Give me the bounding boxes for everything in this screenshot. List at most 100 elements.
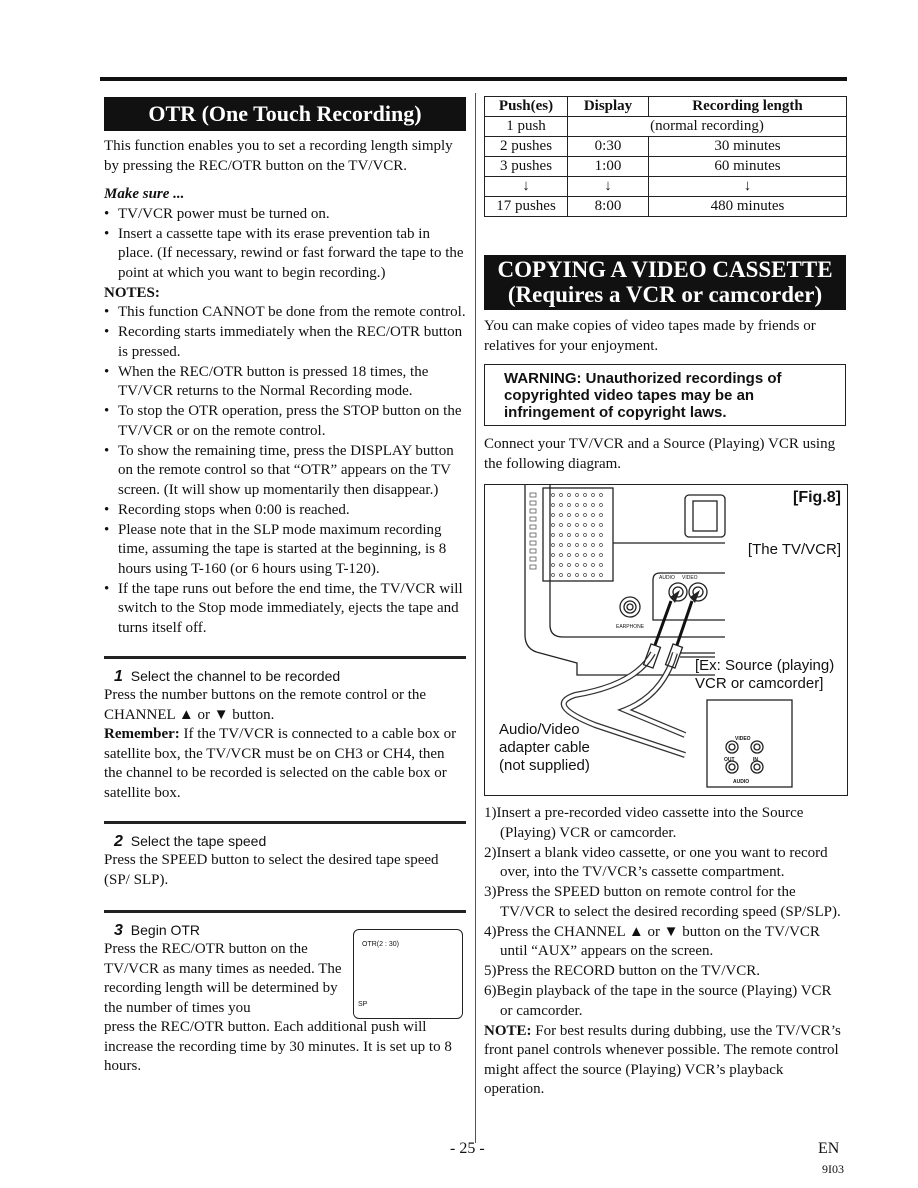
list-item: If the tape runs out before the end time… <box>104 580 466 639</box>
cable-label-1: Audio/Video <box>499 721 580 738</box>
otr-push-table: Push(es) Display Recording length 1 push… <box>484 96 847 217</box>
tvvcr-label: [The TV/VCR] <box>747 541 841 558</box>
table-row: 3 pushes 1:00 60 minutes <box>484 156 847 177</box>
copy-title: COPYING A VIDEO CASSETTE (Requires a VCR… <box>484 255 846 310</box>
list-item: 1)Insert a pre-recorded video cassette i… <box>484 805 804 841</box>
copy-note: NOTE: For best results during dubbing, u… <box>484 1022 846 1100</box>
cell-push: 2 pushes <box>484 136 568 157</box>
arrow-down-icon: ↓ <box>648 176 847 197</box>
remember-label: Remember: <box>104 726 180 742</box>
step-3-body-b: press the REC/OTR button. Each additiona… <box>104 1019 452 1074</box>
arrow-down-icon: ↓ <box>484 176 568 197</box>
tv-top-inner <box>692 500 718 532</box>
tv-screen-osd: OTR(2 : 30) SP <box>353 929 463 1019</box>
list-item: Insert a cassette tape with its erase pr… <box>104 225 466 284</box>
list-item: 6)Begin playback of the tape in the sour… <box>484 983 832 1019</box>
cell-push: 17 pushes <box>484 196 568 217</box>
osd-otr-readout: OTR(2 : 30) <box>362 941 399 948</box>
top-rule <box>100 77 847 81</box>
make-sure-list: TV/VCR power must be turned on. Insert a… <box>104 205 466 284</box>
cell-push: 3 pushes <box>484 156 568 177</box>
fig-label: [Fig.8] <box>793 489 841 506</box>
step-2-heading: 2 Select the tape speed <box>114 832 466 851</box>
connection-diagram: [Fig.8] [The TV/VCR] AUDIO VIDEO EARPHON… <box>484 484 848 796</box>
cell-display: 1:00 <box>567 156 649 177</box>
list-item: 2)Insert a blank video cassette, or one … <box>484 844 828 881</box>
list-item: To stop the OTR operation, press the STO… <box>104 402 466 441</box>
step-title: Select the channel to be recorded <box>130 668 341 684</box>
notes-list: This function CANNOT be done from the re… <box>104 303 466 638</box>
step-divider <box>104 821 466 824</box>
connect-instructions: Connect your TV/VCR and a Source (Playin… <box>484 436 836 472</box>
table-row: 1 push (normal recording) <box>484 116 847 137</box>
page-number: - 25 - <box>450 1140 485 1157</box>
step-number: 3 <box>114 922 123 939</box>
step-3-body-a: Press the REC/OTR button on the TV/VCR a… <box>104 941 342 1016</box>
src-audio-label: AUDIO <box>733 779 750 785</box>
column-header: Push(es) <box>484 96 568 117</box>
notes-label: NOTES: <box>104 284 160 301</box>
list-item: 4)Press the CHANNEL ▲ or ▼ button on the… <box>484 923 820 960</box>
copy-title-line-2: (Requires a VCR or camcorder) <box>507 282 823 307</box>
step-divider <box>104 910 466 913</box>
list-item: To show the remaining time, press the DI… <box>104 442 466 501</box>
column-header: Display <box>567 96 649 117</box>
list-item: This function CANNOT be done from the re… <box>104 303 466 323</box>
jack-earphone-label: EARPHONE <box>616 624 645 630</box>
document-code: 9I03 <box>822 1162 844 1176</box>
src-out-label: OUT <box>724 757 735 763</box>
cell-length: 30 minutes <box>648 136 847 157</box>
warning-box: WARNING: Unauthorized recordings of copy… <box>484 364 846 426</box>
list-item: 5)Press the RECORD button on the TV/VCR. <box>484 963 760 979</box>
cell-merged: (normal recording) <box>567 116 847 137</box>
otr-section: OTR (One Touch Recording) This function … <box>104 97 466 1077</box>
list-item: Recording starts immediately when the RE… <box>104 323 466 362</box>
table-row: 2 pushes 0:30 30 minutes <box>484 136 847 157</box>
jack-audio-label: AUDIO <box>659 575 675 581</box>
step-number: 2 <box>114 833 123 850</box>
note-label: NOTE: <box>484 1022 532 1039</box>
table-row: 17 pushes 8:00 480 minutes <box>484 196 847 217</box>
column-header: Recording length <box>648 96 847 117</box>
cable-label-2: adapter cable <box>499 739 590 756</box>
step-3: OTR(2 : 30) SP 3 Begin OTR Press the REC… <box>104 921 466 1077</box>
table-header-row: Push(es) Display Recording length <box>484 96 847 117</box>
cell-length: 480 minutes <box>648 196 847 217</box>
cell-display: 8:00 <box>567 196 649 217</box>
cell-length: 60 minutes <box>648 156 847 177</box>
src-in-label: IN <box>753 757 758 763</box>
step-2-body: Press the SPEED button to select the des… <box>104 852 439 888</box>
list-item: When the REC/OTR button is pressed 18 ti… <box>104 363 466 402</box>
source-label-2: VCR or camcorder] <box>695 675 824 692</box>
step-1-heading: 1 Select the channel to be recorded <box>114 667 466 686</box>
otr-intro: This function enables you to set a recor… <box>104 138 453 174</box>
arrow-down-icon: ↓ <box>567 176 649 197</box>
cell-push: 1 push <box>484 116 568 137</box>
list-item: 3)Press the SPEED button on remote contr… <box>484 884 841 920</box>
table-row: ↓ ↓ ↓ <box>484 176 847 197</box>
make-sure-label: Make sure ... <box>104 186 185 202</box>
list-item: TV/VCR power must be turned on. <box>104 205 466 225</box>
src-video-label: VIDEO <box>735 736 751 742</box>
osd-speed-readout: SP <box>358 1000 368 1008</box>
list-item: Recording stops when 0:00 is reached. <box>104 501 466 521</box>
step-number: 1 <box>114 668 123 685</box>
step-1-remember: Remember: If the TV/VCR is connected to … <box>104 725 466 803</box>
step-1-body: Press the number buttons on the remote c… <box>104 687 427 723</box>
cell-display: 0:30 <box>567 136 649 157</box>
copy-title-line-1: COPYING A VIDEO CASSETTE <box>497 257 833 282</box>
copy-steps-list: 1)Insert a pre-recorded video cassette i… <box>484 804 846 1021</box>
source-label-1: [Ex: Source (playing) <box>695 657 835 674</box>
language-code: EN <box>818 1140 840 1157</box>
step-title: Begin OTR <box>130 922 201 938</box>
step-divider <box>104 656 466 659</box>
otr-title: OTR (One Touch Recording) <box>104 97 466 131</box>
list-item: Please note that in the SLP mode maximum… <box>104 521 466 580</box>
cable-label-3: (not supplied) <box>499 757 590 774</box>
note-text: For best results during dubbing, use the… <box>484 1022 841 1098</box>
copy-intro: You can make copies of video tapes made … <box>484 318 816 354</box>
column-divider <box>475 93 476 1143</box>
step-title: Select the tape speed <box>130 833 267 849</box>
jack-video-label: VIDEO <box>682 575 698 581</box>
copy-section: Push(es) Display Recording length 1 push… <box>484 96 848 1100</box>
